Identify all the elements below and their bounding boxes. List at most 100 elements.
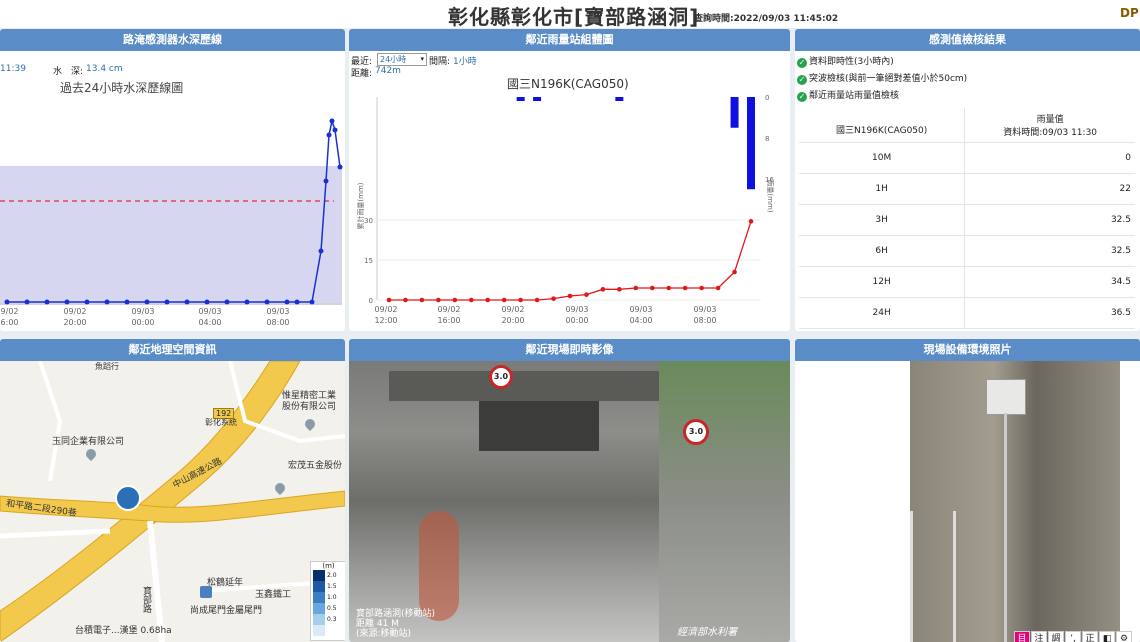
- gear-icon[interactable]: ⚙: [1116, 631, 1132, 642]
- legend-label: 0.5: [327, 605, 337, 612]
- right-tick-label: 8: [765, 135, 769, 143]
- watermark: 經濟部水利署: [677, 627, 737, 638]
- sensor-pole: [1004, 413, 1007, 642]
- check-item: ✓ 鄰近雨量站雨量值檢核: [797, 91, 900, 102]
- check-circle-icon: ✓: [797, 75, 807, 85]
- x-tick-label: 16:00: [0, 318, 19, 327]
- annotate-button[interactable]: 注: [1031, 631, 1047, 642]
- depth-point: [104, 299, 110, 305]
- correct-button[interactable]: 正: [1082, 631, 1098, 642]
- x-tick-label: 09/02: [374, 305, 397, 314]
- depth-point: [24, 299, 30, 305]
- x-tick-label: 09/03: [693, 305, 716, 314]
- camera-panel: 鄰近現場即時影像 3.0 3.0 寶部路涵洞(移動站) 距離 41 M (來源:移動…: [349, 339, 790, 642]
- rain-bar: [747, 97, 755, 190]
- map-label: 彰化系統: [205, 418, 237, 427]
- depth-point: [124, 299, 130, 305]
- cumulative-point: [649, 285, 655, 291]
- table-row: 24H 36.5: [799, 297, 1135, 329]
- legend-label: 1.0: [327, 594, 337, 601]
- height-limit-sign: 3.0: [683, 419, 709, 445]
- camera-feed[interactable]: 3.0 3.0 寶部路涵洞(移動站) 距離 41 M (來源:移動站) 經濟部水利署: [349, 361, 790, 642]
- rain-value-table: 國三N196K(CAG050) 雨量值 資料時間:09/03 11:30 10M 0…: [799, 108, 1135, 329]
- cumulative-point: [468, 297, 474, 303]
- check-circle-icon: ✓: [797, 58, 807, 68]
- x-tick-label: 09/02: [63, 307, 86, 316]
- photo-panel: 現場設備環境照片 ‹ 目注調 ʼ, 正 ◧ ⚙: [795, 339, 1140, 642]
- depth-point: [264, 299, 270, 305]
- cumulative-point: [715, 285, 721, 291]
- height-limit-sign: 3.0: [489, 365, 513, 389]
- depth-point: [309, 299, 315, 305]
- cumulative-point: [617, 287, 622, 292]
- floating-toolbar: 目注調 ʼ, 正 ◧ ⚙: [1013, 631, 1132, 642]
- legend-swatch: [313, 614, 325, 625]
- x-tick-label: 04:00: [198, 318, 221, 327]
- x-tick-label: 09/03: [629, 305, 652, 314]
- cumulative-point: [633, 285, 639, 291]
- x-tick-label: 08:00: [693, 316, 716, 325]
- ladder: [910, 511, 956, 642]
- cumulative-point: [518, 297, 523, 303]
- depth-point: [337, 164, 343, 170]
- punctuation-button[interactable]: ʼ,: [1065, 631, 1081, 642]
- col-value: 雨量值 資料時間:09/03 11:30: [964, 108, 1135, 143]
- water-depth-chart: 09/02 16:00 09/02 20:00 09/03 00:00 09/03 04:00…: [0, 118, 343, 327]
- map-label: 玉鑫鐵工: [255, 590, 292, 600]
- cumulative-line: [389, 221, 752, 301]
- legend-swatch: [313, 581, 325, 592]
- alert-zone: [0, 166, 342, 303]
- camera-panel-title: 鄰近現場即時影像: [349, 339, 790, 361]
- legend-label: 2.0: [327, 572, 337, 579]
- left-tick-label: 15: [364, 257, 373, 265]
- roadside: [659, 361, 790, 642]
- legend-label: 0.3: [327, 616, 337, 623]
- photo-panel-title: 現場設備環境照片: [795, 339, 1140, 361]
- note-icon[interactable]: 目: [1014, 631, 1030, 642]
- school-icon[interactable]: [200, 586, 212, 598]
- bridge-deck: [389, 371, 659, 401]
- x-tick-label: 09/02: [437, 305, 460, 314]
- map-label: 尚成尾門金屬尾門: [190, 606, 263, 616]
- depth-point: [284, 299, 290, 305]
- x-tick-label: 20:00: [63, 318, 86, 327]
- depth-point: [184, 299, 190, 305]
- depth-point: [244, 299, 250, 305]
- tunnel-opening: [479, 401, 599, 451]
- legend-swatch: [313, 603, 325, 614]
- cumulative-point: [452, 297, 458, 303]
- depth-point: [294, 299, 300, 305]
- depth-point: [332, 127, 338, 133]
- col-station: 國三N196K(CAG050): [799, 108, 966, 143]
- depth-point: [318, 248, 324, 254]
- depth-point: [329, 118, 335, 124]
- x-tick-label: 09/03: [131, 307, 154, 316]
- map-label: 台積電子...漢堡 0.68ha: [75, 626, 172, 636]
- sensor-marker-icon[interactable]: [115, 485, 141, 511]
- table-row: 3H 32.5: [799, 204, 1135, 236]
- rain-bar: [533, 97, 542, 101]
- rain-bar: [615, 97, 624, 101]
- cumulative-point: [551, 296, 556, 301]
- map-label: 松鶴延年: [207, 578, 244, 588]
- right-tick-label: 0: [765, 94, 769, 102]
- header-bar: 彰化縣彰化市[寶部路涵洞] 查詢時間:2022/09/03 11:45:02 D…: [0, 0, 1140, 29]
- x-tick-label: 00:00: [131, 318, 154, 327]
- layout-icon[interactable]: ◧: [1099, 631, 1115, 642]
- cumulative-point: [436, 297, 441, 303]
- depth-point: [144, 299, 150, 305]
- depth-point: [44, 299, 50, 305]
- map-view[interactable]: 192 彰化系統 中山高速公路 玉同企業有限公司 惟星精密工業股份有限公司 宏茂…: [0, 361, 345, 642]
- map-label: 惟星精密工業股份有限公司: [282, 391, 337, 412]
- legend-swatch: [313, 625, 325, 636]
- legend-swatch: [313, 592, 325, 603]
- adjust-button[interactable]: 調: [1048, 631, 1064, 642]
- depth-legend: (m) 2.0 1.5 1.0 0.5 0.3: [310, 561, 345, 641]
- cumulative-point: [403, 297, 408, 303]
- map-panel-title: 鄰近地理空間資訊: [0, 339, 345, 361]
- carousel-prev-icon[interactable]: ‹: [821, 495, 829, 519]
- x-tick-label: 09/02: [0, 307, 19, 316]
- cumulative-point: [567, 293, 573, 299]
- map-label: 玉同企業有限公司: [52, 437, 125, 447]
- rain-bar: [516, 97, 525, 101]
